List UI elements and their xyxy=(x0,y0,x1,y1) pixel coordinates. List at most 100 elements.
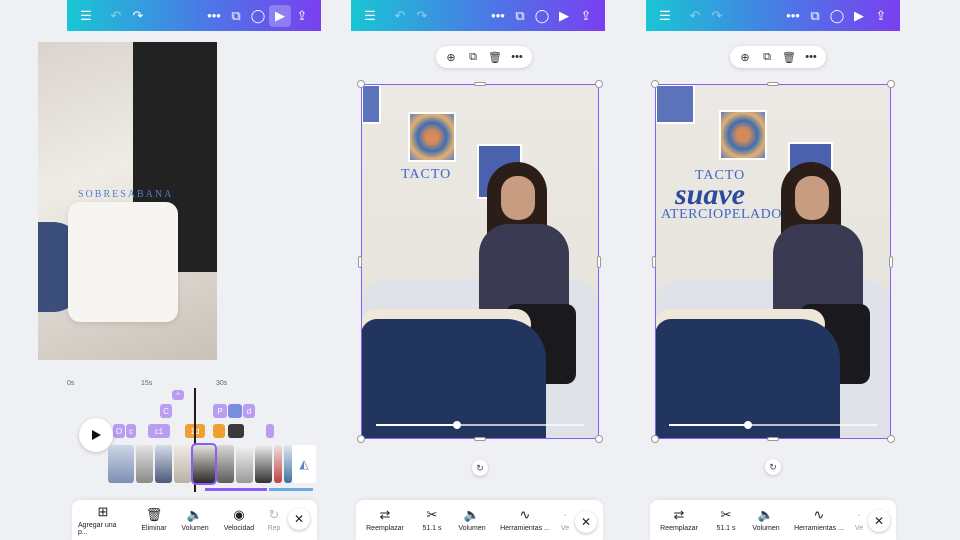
clip-thumbnail[interactable] xyxy=(174,445,191,483)
video-preview[interactable]: SOBRESABANA xyxy=(38,42,217,360)
comment-icon[interactable]: ◯ xyxy=(247,5,269,27)
replace-button[interactable]: ⇄ Reemplazar xyxy=(650,500,708,540)
resize-handle[interactable] xyxy=(652,256,656,268)
rotate-icon[interactable]: ↻ xyxy=(765,459,781,475)
resize-handle[interactable] xyxy=(597,256,601,268)
bottom-bar-label: Velocidad xyxy=(223,525,255,532)
menu-icon[interactable]: ☰ xyxy=(359,5,381,27)
speed-button[interactable]: ◉ Velocidad xyxy=(216,500,262,540)
undo-icon[interactable]: ↶ xyxy=(389,5,411,27)
trim-button[interactable]: ✂ 51.1 s xyxy=(414,500,450,540)
tick-label: 30s xyxy=(216,380,228,387)
redo-icon[interactable]: ↷ xyxy=(706,5,728,27)
audio-track-bar[interactable] xyxy=(205,488,267,491)
resize-handle[interactable] xyxy=(767,437,779,441)
audio-track-bar[interactable] xyxy=(269,488,313,491)
timeline-chip[interactable]: P xyxy=(213,404,227,418)
repeat-button[interactable]: ↻ Rep xyxy=(262,500,286,540)
clip-thumbnail[interactable] xyxy=(284,445,292,483)
redo-icon[interactable]: ↷ xyxy=(411,5,433,27)
timeline-chip[interactable]: c xyxy=(126,424,136,438)
timeline-chip[interactable]: c1 xyxy=(148,424,170,438)
resize-handle[interactable] xyxy=(595,80,603,88)
close-button[interactable]: ✕ xyxy=(868,510,890,532)
tools-button[interactable]: ∿ Herramientas ... xyxy=(788,500,850,540)
resize-handle[interactable] xyxy=(651,80,659,88)
timeline-chip[interactable]: + xyxy=(172,390,184,400)
add-comment-icon[interactable]: ⊕ xyxy=(736,48,754,66)
pages-icon[interactable]: ⧉ xyxy=(804,5,826,27)
resize-handle[interactable] xyxy=(889,256,893,268)
resize-handle[interactable] xyxy=(357,435,365,443)
delete-button[interactable]: 🗑 Eliminar xyxy=(134,500,174,540)
more-icon[interactable]: ••• xyxy=(203,5,225,27)
bottom-bar-label: Volumen xyxy=(181,525,209,532)
play-icon[interactable]: ▶ xyxy=(553,5,575,27)
timeline-chip[interactable]: C xyxy=(160,404,172,418)
timeline-chip[interactable] xyxy=(228,404,242,418)
clip-thumbnail-selected[interactable] xyxy=(191,443,217,485)
end-slide-thumbnail[interactable]: ◭ xyxy=(292,445,316,483)
clip-thumbnail[interactable] xyxy=(236,445,253,483)
resize-handle[interactable] xyxy=(887,435,895,443)
volume-button[interactable]: 🔈 Volumen xyxy=(450,500,494,540)
undo-icon[interactable]: ↶ xyxy=(684,5,706,27)
trim-button[interactable]: ✂ 51.1 s xyxy=(708,500,744,540)
comment-icon[interactable]: ◯ xyxy=(826,5,848,27)
add-page-button[interactable]: ⊞ Agregar una p... xyxy=(72,500,134,540)
clip-thumbnail[interactable] xyxy=(155,445,172,483)
duplicate-icon[interactable]: ⧉ xyxy=(464,48,482,66)
bottom-action-bar: ⊞ Agregar una p... 🗑 Eliminar 🔈 Volumen … xyxy=(72,500,317,540)
more-button[interactable]: · Ve xyxy=(850,500,868,540)
trash-icon[interactable]: 🗑 xyxy=(486,48,504,66)
bottom-bar-label: Herramientas ... xyxy=(794,525,844,532)
more-button[interactable]: · Ve xyxy=(556,500,574,540)
pages-icon[interactable]: ⧉ xyxy=(509,5,531,27)
resize-handle[interactable] xyxy=(651,435,659,443)
volume-button[interactable]: 🔈 Volumen xyxy=(174,500,216,540)
menu-icon[interactable]: ☰ xyxy=(654,5,676,27)
trash-icon[interactable]: 🗑 xyxy=(780,48,798,66)
comment-icon[interactable]: ◯ xyxy=(531,5,553,27)
play-icon[interactable]: ▶ xyxy=(848,5,870,27)
resize-handle[interactable] xyxy=(595,435,603,443)
close-button[interactable]: ✕ xyxy=(575,511,597,533)
resize-handle[interactable] xyxy=(357,80,365,88)
resize-handle[interactable] xyxy=(474,437,486,441)
clip-thumbnail[interactable] xyxy=(136,445,153,483)
clip-thumbnail[interactable] xyxy=(217,445,234,483)
resize-handle[interactable] xyxy=(887,80,895,88)
timeline-chip[interactable]: O xyxy=(113,424,125,438)
more-icon[interactable]: ••• xyxy=(782,5,804,27)
resize-handle[interactable] xyxy=(767,82,779,86)
undo-icon[interactable]: ↶ xyxy=(105,5,127,27)
resize-handle[interactable] xyxy=(358,256,362,268)
menu-icon[interactable]: ☰ xyxy=(75,5,97,27)
more-icon[interactable]: ••• xyxy=(487,5,509,27)
timeline-chip[interactable] xyxy=(213,424,225,438)
timeline-chip[interactable] xyxy=(266,424,274,438)
clip-thumbnail[interactable] xyxy=(255,445,272,483)
timeline-chip[interactable] xyxy=(228,424,244,438)
share-icon[interactable]: ⇪ xyxy=(870,5,892,27)
resize-handle[interactable] xyxy=(474,82,486,86)
more-icon[interactable]: ••• xyxy=(802,48,820,66)
share-icon[interactable]: ⇪ xyxy=(575,5,597,27)
close-button[interactable]: ✕ xyxy=(288,508,310,530)
add-comment-icon[interactable]: ⊕ xyxy=(442,48,460,66)
more-icon[interactable]: ••• xyxy=(508,48,526,66)
duplicate-icon[interactable]: ⧉ xyxy=(758,48,776,66)
redo-icon[interactable]: ↷ xyxy=(127,5,149,27)
pages-icon[interactable]: ⧉ xyxy=(225,5,247,27)
play-icon[interactable]: ▶ xyxy=(269,4,291,27)
rotate-icon[interactable]: ↻ xyxy=(472,460,488,476)
timeline-chip[interactable]: d xyxy=(243,404,255,418)
bottom-bar-label: Rep xyxy=(267,525,281,532)
volume-button[interactable]: 🔈 Volumen xyxy=(744,500,788,540)
replace-button[interactable]: ⇄ Reemplazar xyxy=(356,500,414,540)
clip-thumbnail[interactable] xyxy=(108,445,134,483)
share-icon[interactable]: ⇪ xyxy=(291,5,313,27)
timeline-ruler: 0s 15s 30s xyxy=(38,380,246,394)
tools-button[interactable]: ∿ Herramientas ... xyxy=(494,500,556,540)
clip-thumbnail[interactable] xyxy=(274,445,282,483)
